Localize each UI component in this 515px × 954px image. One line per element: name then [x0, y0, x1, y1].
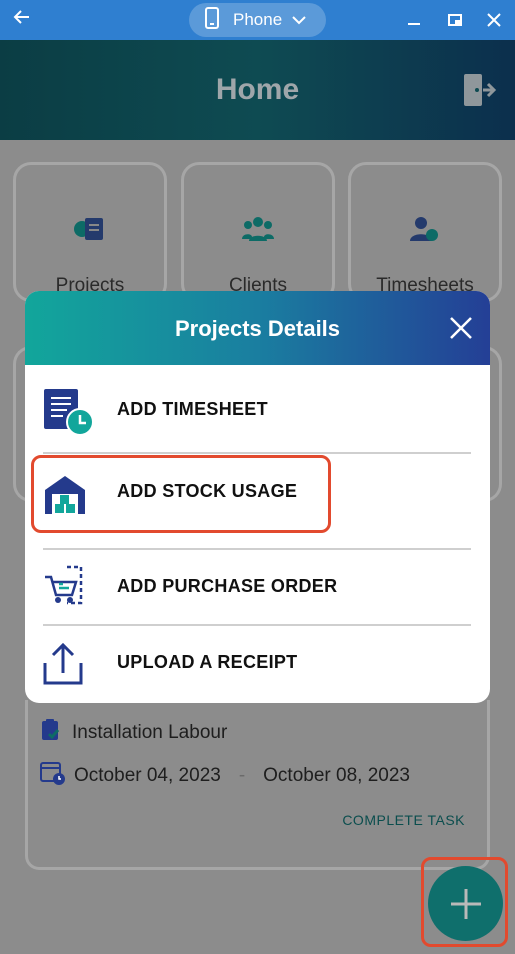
plus-icon [450, 888, 481, 919]
cart-icon [43, 563, 95, 615]
restore-icon[interactable] [441, 6, 469, 34]
timesheets-icon [351, 215, 499, 248]
modal-header: Projects Details [25, 291, 490, 365]
chevron-down-icon [292, 10, 306, 30]
calendar-clock-icon [40, 760, 66, 792]
add-timesheet-button[interactable]: ADD TIMESHEET [25, 372, 490, 448]
add-fab-button[interactable] [428, 866, 503, 941]
logout-icon[interactable] [461, 72, 497, 108]
minimize-icon[interactable] [400, 6, 428, 34]
phone-icon [205, 6, 219, 34]
menu-item-label: ADD TIMESHEET [117, 399, 268, 419]
tile-timesheets[interactable]: Timesheets [348, 162, 502, 302]
close-window-icon[interactable] [480, 6, 508, 34]
add-purchase-order-button[interactable]: ADD PURCHASE ORDER [25, 549, 490, 625]
device-label: Phone [233, 10, 283, 29]
complete-task-button[interactable]: COMPLETE TASK [342, 812, 465, 828]
modal-title: Projects Details [174, 316, 341, 341]
task-card[interactable]: Installation Labour October 04, 2023 - O… [25, 700, 490, 870]
tile-clients[interactable]: Clients [181, 162, 335, 302]
menu-item-label: ADD PURCHASE ORDER [117, 576, 338, 596]
back-arrow-icon[interactable] [8, 6, 36, 34]
app-header: Home [0, 40, 515, 140]
task-dates-row: October 04, 2023 - October 08, 2023 [40, 760, 410, 792]
start-date: October 04, 2023 [74, 765, 221, 786]
clipboard-check-icon [40, 718, 62, 748]
device-selector[interactable]: Phone [189, 3, 326, 37]
close-icon[interactable] [448, 315, 474, 341]
upload-receipt-button[interactable]: UPLOAD A RECEIPT [25, 625, 490, 701]
date-separator: - [238, 765, 246, 786]
end-date: October 08, 2023 [263, 765, 410, 786]
menu-item-label: UPLOAD A RECEIPT [117, 652, 298, 672]
projects-icon [16, 215, 164, 248]
projects-details-modal: Projects Details ADD TIMESHEET ADD STOCK… [25, 291, 490, 703]
task-name-row: Installation Labour [40, 718, 227, 748]
window-titlebar: Phone [0, 0, 515, 40]
page-title: Home [215, 73, 300, 106]
upload-icon [43, 639, 95, 691]
timesheet-icon [43, 386, 95, 438]
clients-icon [184, 215, 332, 248]
tile-projects[interactable]: Projects [13, 162, 167, 302]
stock-usage-highlight-box [31, 455, 331, 533]
task-name: Installation Labour [72, 722, 228, 743]
